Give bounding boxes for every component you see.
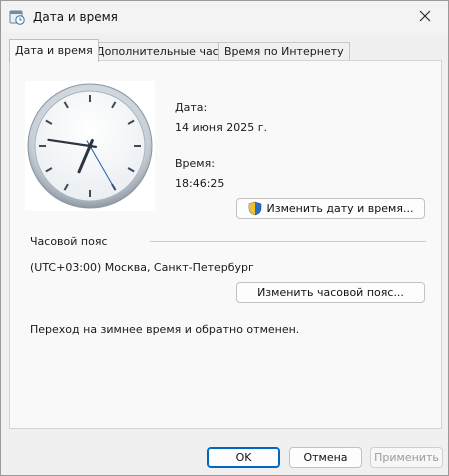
analog-clock (25, 81, 155, 211)
clock-center (87, 143, 93, 149)
tab-date-time[interactable]: Дата и время (9, 39, 99, 62)
close-button[interactable] (402, 1, 448, 33)
close-icon (419, 10, 431, 25)
change-timezone-button[interactable]: Изменить часовой пояс... (236, 282, 425, 303)
change-date-time-button[interactable]: Изменить дату и время... (236, 198, 425, 219)
timezone-value: (UTC+03:00) Москва, Санкт-Петербург (30, 261, 254, 274)
change-date-time-label: Изменить дату и время... (266, 202, 414, 215)
ok-button[interactable]: OK (207, 447, 280, 468)
calendar-clock-icon (9, 9, 25, 25)
date-time-dialog: Дата и время Дата и время Дополнительные… (0, 0, 449, 476)
dst-note: Переход на зимнее время и обратно отмене… (30, 323, 300, 336)
uac-shield-icon (248, 201, 262, 216)
time-label: Время: (175, 157, 215, 170)
timezone-section-label: Часовой пояс (30, 235, 108, 248)
clock-face (27, 83, 153, 209)
window-title: Дата и время (33, 10, 118, 24)
title-bar: Дата и время (1, 1, 448, 33)
apply-button[interactable]: Применить (370, 447, 443, 468)
tab-panel: Дата: 14 июня 2025 г. Время: 18:46:25 Из… (9, 60, 442, 429)
cancel-button[interactable]: Отмена (289, 447, 362, 468)
date-value: 14 июня 2025 г. (175, 121, 267, 134)
tab-additional-clocks[interactable]: Дополнительные часы (90, 42, 234, 61)
time-value: 18:46:25 (175, 177, 225, 190)
timezone-divider (150, 241, 426, 242)
date-label: Дата: (175, 101, 208, 114)
tab-internet-time[interactable]: Время по Интернету (218, 42, 350, 61)
